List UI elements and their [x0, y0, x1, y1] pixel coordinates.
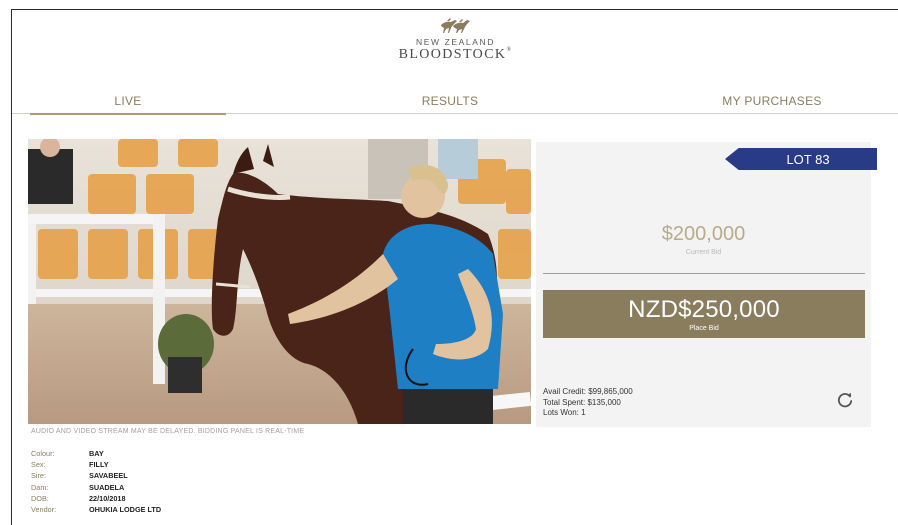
place-bid-amount: NZD$250,000: [628, 296, 780, 323]
detail-dam: Dam: SUADELA: [31, 482, 161, 493]
brand-line1: NEW ZEALAND: [416, 37, 495, 47]
detail-colour: Colour: BAY: [31, 448, 161, 459]
detail-sex: Sex: FILLY: [31, 459, 161, 470]
divider: [543, 273, 865, 274]
detail-label: DOB:: [31, 493, 49, 503]
detail-sire: Sire: SAVABEEL: [31, 470, 161, 481]
horse-photo: [28, 139, 531, 424]
stream-delay-note: AUDIO AND VIDEO STREAM MAY BE DELAYED. B…: [31, 428, 305, 435]
detail-value: FILLY: [89, 460, 109, 470]
lot-badge: LOT 83: [725, 148, 877, 170]
tab-results[interactable]: RESULTS: [352, 94, 548, 114]
detail-label: Dam:: [31, 482, 49, 492]
place-bid-label: Place Bid: [689, 325, 719, 332]
detail-vendor: Vendor: OHUKIA LODGE LTD: [31, 504, 161, 515]
lots-won: Lots Won: 1: [543, 408, 586, 417]
brand-logo[interactable]: NEW ZEALAND BLOODSTOCK®: [12, 16, 898, 63]
brand-line2: BLOODSTOCK®: [398, 47, 513, 62]
detail-label: Vendor:: [31, 505, 57, 515]
detail-value: SAVABEEL: [89, 471, 128, 481]
refresh-icon[interactable]: [836, 391, 854, 409]
detail-label: Colour:: [31, 449, 55, 458]
detail-value: 22/10/2018: [89, 493, 126, 503]
current-bid-amount: $200,000: [661, 223, 746, 245]
app-frame: NEW ZEALAND BLOODSTOCK® LIVE RESULTS MY …: [11, 9, 898, 525]
place-bid-button[interactable]: NZD$250,000 Place Bid: [543, 290, 865, 338]
total-spent: Total Spent: $135,000: [543, 397, 621, 407]
detail-dob: DOB: 22/10/2018: [31, 493, 161, 504]
avail-credit: Avail Credit: $99,865,000: [543, 387, 633, 396]
bidding-panel: LOT 83 $200,000 Current Bid NZD$250,000 …: [536, 142, 877, 427]
tab-bar: LIVE RESULTS MY PURCHASES: [12, 90, 898, 115]
live-video-stream[interactable]: [28, 139, 531, 424]
detail-label: Sex:: [31, 460, 46, 470]
detail-label: Sire:: [31, 471, 47, 481]
detail-value: BAY: [89, 449, 104, 458]
tab-live[interactable]: LIVE: [30, 94, 226, 115]
tab-my-purchases[interactable]: MY PURCHASES: [674, 94, 870, 114]
detail-value: OHUKIA LODGE LTD: [89, 505, 162, 515]
account-stats: Avail Credit: $99,865,000 Total Spent: $…: [543, 387, 633, 419]
horse-details: Colour: BAY Sex: FILLY Sire: SAVABEEL Dam: S…: [31, 448, 161, 515]
horses-logo-icon: [440, 18, 470, 33]
current-bid-label: Current Bid: [685, 249, 722, 256]
header: NEW ZEALAND BLOODSTOCK® LIVE RESULTS MY …: [12, 10, 898, 115]
detail-value: SUADELA: [89, 482, 125, 492]
